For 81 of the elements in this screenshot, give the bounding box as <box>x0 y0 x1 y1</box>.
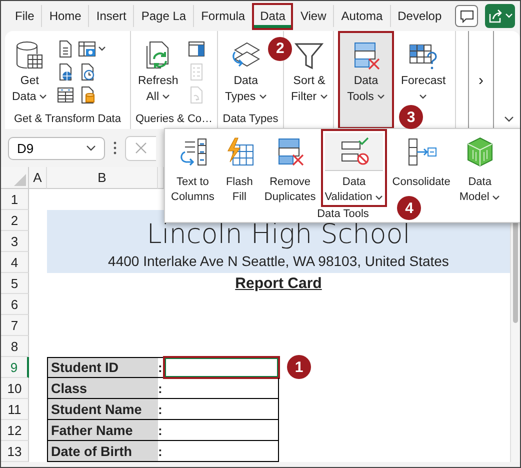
comment-button[interactable] <box>455 5 478 27</box>
input-cell[interactable] <box>164 420 279 441</box>
close-icon <box>135 142 147 154</box>
ribbon-tab[interactable]: Insert <box>90 4 132 28</box>
school-address: 4400 Interlake Ave N Seattle, WA 98103, United States <box>108 252 449 271</box>
group-label: Get & Transform Data <box>13 112 122 127</box>
row-header[interactable]: 4 <box>1 252 29 273</box>
caret-icon <box>375 194 384 200</box>
field-label: Date of Birth <box>47 441 158 462</box>
row-header[interactable]: 10 <box>1 378 29 399</box>
callout-badge: 3 <box>399 105 423 129</box>
field-label: Father Name <box>47 420 158 441</box>
field-label: Student ID <box>47 357 158 378</box>
data-tools-button[interactable]: Data Tools <box>338 31 394 129</box>
row-header[interactable]: 3 <box>1 231 29 252</box>
get-data-button[interactable]: Get Data <box>9 35 50 107</box>
field-label: Student Name <box>47 399 158 420</box>
table-icon[interactable] <box>56 85 74 105</box>
forecast-button[interactable]: Forecast <box>398 35 449 107</box>
caret-icon <box>492 194 500 200</box>
select-all-icon <box>14 174 26 186</box>
caret-icon <box>39 94 48 100</box>
data-validation-button[interactable]: Data Validation <box>320 129 388 207</box>
row-header[interactable]: 9 <box>1 357 29 378</box>
ribbon-tab[interactable]: Develop <box>392 4 448 28</box>
more-icon <box>113 140 117 156</box>
ribbon-tab[interactable]: Home <box>43 4 88 28</box>
share-button[interactable] <box>485 4 515 28</box>
row-header[interactable]: 6 <box>1 294 29 315</box>
ribbon-tab[interactable]: View <box>294 4 332 28</box>
caret-icon <box>162 94 170 100</box>
callout-badge: 4 <box>397 196 422 220</box>
caret-icon <box>419 94 428 100</box>
input-cell[interactable] <box>164 441 279 462</box>
row-header[interactable]: 8 <box>1 336 29 357</box>
data-model-button[interactable]: Data Model <box>455 129 504 207</box>
group-label: Queries & Co… <box>135 112 213 127</box>
caret-icon <box>320 94 328 100</box>
caret-icon <box>258 94 267 100</box>
separator-text: : <box>158 422 162 438</box>
column-header[interactable]: A <box>29 167 47 189</box>
ribbon-tab[interactable]: Page La <box>135 4 192 28</box>
remove-duplicates-button[interactable]: Remove Duplicates <box>260 129 320 207</box>
refresh-button[interactable]: Refresh All <box>135 35 182 107</box>
input-cell[interactable] <box>164 378 279 399</box>
comment-icon <box>460 10 474 22</box>
row-header[interactable]: 12 <box>1 420 29 441</box>
separator-text: : <box>158 444 162 458</box>
row-header[interactable]: 11 <box>1 399 29 420</box>
row-header[interactable]: 2 <box>1 210 29 231</box>
pane-icon[interactable] <box>187 39 206 59</box>
ribbon-tab[interactable]: Automa <box>335 4 389 28</box>
row-header[interactable]: 13 <box>1 441 29 462</box>
group-label: Data Types <box>222 112 279 127</box>
row-header[interactable]: 7 <box>1 315 29 336</box>
share-icon <box>488 9 502 23</box>
input-cell[interactable] <box>164 357 279 378</box>
name-box[interactable]: D9 <box>8 136 105 160</box>
ribbon-tab[interactable]: Data <box>254 4 292 28</box>
separator-text: : <box>158 380 162 396</box>
ribbon-tab[interactable]: Formula <box>195 4 252 28</box>
input-cell[interactable] <box>164 399 279 420</box>
separator-text: : <box>158 360 162 375</box>
report-title: Report Card <box>235 275 322 292</box>
collapse-ribbon-icon[interactable] <box>504 116 514 123</box>
caret-icon <box>504 13 512 19</box>
group-label: Data Tools <box>317 208 369 220</box>
callout-badge: 1 <box>287 355 311 379</box>
flash-fill-button[interactable]: Flash Fill <box>219 129 260 207</box>
text-to-columns-button[interactable]: Text to Columns <box>167 129 218 207</box>
caret-icon <box>86 144 96 152</box>
separator-text: : <box>158 402 162 416</box>
table-camera-icon[interactable] <box>78 39 106 59</box>
row-header[interactable]: 1 <box>1 189 29 210</box>
ribbon-tab[interactable]: File <box>9 4 40 28</box>
data-types-button[interactable]: Data Types <box>222 35 270 107</box>
school-name: Lincoln High School <box>146 219 410 251</box>
caret-icon <box>376 94 385 100</box>
row-header[interactable]: 5 <box>1 273 29 294</box>
field-label: Class <box>47 378 158 399</box>
column-header[interactable]: B <box>47 167 158 189</box>
